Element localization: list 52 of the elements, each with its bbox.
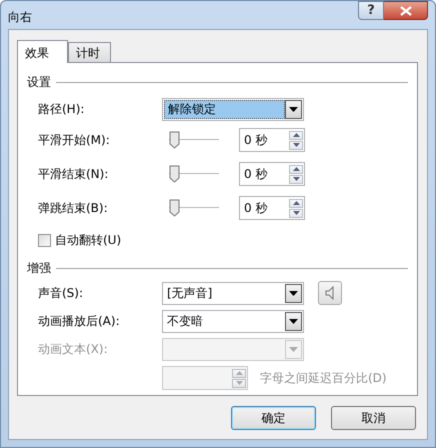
dialog-button[interactable]: 确定 xyxy=(231,406,316,430)
dropdown-field[interactable]: [无声音] xyxy=(162,282,304,304)
close-button[interactable] xyxy=(384,1,428,20)
caret-down-icon xyxy=(236,381,242,385)
caret-up-icon xyxy=(292,133,300,137)
checkbox[interactable] xyxy=(38,234,51,246)
caret-down-icon xyxy=(292,177,300,181)
caret-icon xyxy=(289,106,298,112)
speaker-icon xyxy=(325,286,335,300)
close-icon xyxy=(400,6,412,16)
dropdown-field[interactable]: 不变暗 xyxy=(162,310,304,332)
dropdown-field[interactable]: 解除锁定 xyxy=(162,98,304,120)
field-label: 弹跳结束(B): xyxy=(38,200,109,216)
slider-track[interactable] xyxy=(169,198,219,218)
field-label: 声音(S): xyxy=(38,284,84,302)
tab[interactable]: 效果 xyxy=(17,40,68,63)
dialog-button[interactable]: 取消 xyxy=(331,406,416,430)
field-label: 动画播放后(A): xyxy=(38,312,121,330)
spin-field[interactable]: 0 秒 xyxy=(239,128,305,152)
window-title: 向右 xyxy=(8,9,33,26)
spin-up-button[interactable] xyxy=(289,198,303,208)
caret-icon xyxy=(289,318,298,324)
spin-field[interactable]: 0 秒 xyxy=(239,162,305,186)
caret-up-icon xyxy=(292,201,300,205)
field-label: 平滑开始(M): xyxy=(38,132,111,148)
field-label: 动画文本(X): xyxy=(38,340,109,358)
field-label: 路径(H): xyxy=(38,100,86,118)
section-heading: 增强 xyxy=(27,260,51,276)
checkbox-label: 自动翻转(U) xyxy=(55,232,122,248)
spin-down-button[interactable] xyxy=(289,208,303,218)
section-heading: 设置 xyxy=(27,74,51,90)
caret-up-icon xyxy=(292,167,300,171)
slider-track[interactable] xyxy=(169,164,219,184)
field-label: 平滑结束(N): xyxy=(38,166,110,182)
speaker-button[interactable] xyxy=(318,281,342,305)
spin-up-button[interactable] xyxy=(289,130,303,140)
caret-down-icon xyxy=(292,143,300,147)
slider-thumb[interactable] xyxy=(169,165,180,183)
tab[interactable]: 计时 xyxy=(68,42,111,62)
spin-down-button[interactable] xyxy=(289,174,303,184)
caret-icon xyxy=(289,290,298,296)
spin-field[interactable]: 0 秒 xyxy=(239,196,305,220)
slider-track[interactable] xyxy=(169,130,219,150)
caret-down-icon xyxy=(292,211,300,215)
field-label: 字母之间延迟百分比(D) xyxy=(260,370,387,386)
slider-thumb[interactable] xyxy=(169,199,180,217)
caret-up-icon xyxy=(236,371,242,375)
slider-thumb[interactable] xyxy=(169,131,180,149)
help-button[interactable]: ? xyxy=(358,1,384,20)
spin-down-button[interactable] xyxy=(289,140,303,150)
spin-up-button[interactable] xyxy=(289,164,303,174)
caret-icon xyxy=(289,346,298,352)
